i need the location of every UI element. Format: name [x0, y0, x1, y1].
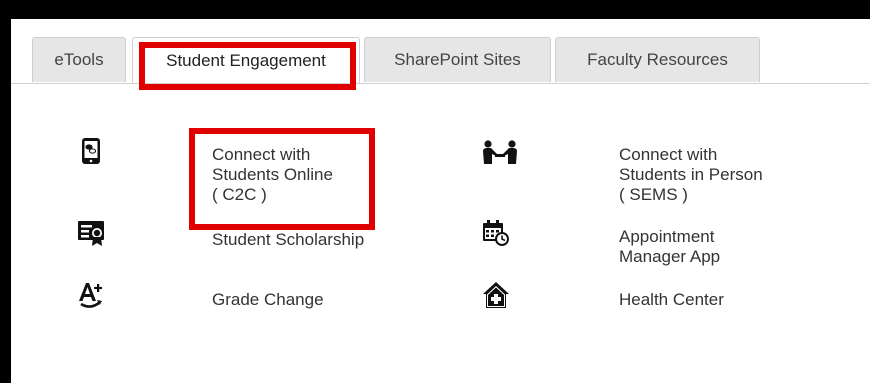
c2c-line2: Students Online [212, 165, 333, 184]
tab-bar: eTools Student Engagement SharePoint Sit… [11, 19, 870, 84]
grade-plus-icon[interactable] [77, 281, 105, 309]
link-health-center[interactable]: Health Center [619, 290, 724, 310]
link-grade-change[interactable]: Grade Change [212, 290, 324, 310]
c2c-line3: ( C2C ) [212, 185, 267, 204]
sems-line2: Students in Person [619, 165, 763, 184]
appointment-line2: Manager App [619, 247, 721, 266]
tablet-chat-icon[interactable] [77, 137, 105, 165]
link-connect-students-online[interactable]: Connect with Students Online ( C2C ) [212, 145, 333, 205]
sems-line1: Connect with [619, 145, 718, 164]
tab-etools[interactable]: eTools [32, 37, 126, 82]
people-meeting-icon[interactable] [482, 137, 518, 165]
c2c-line1: Connect with [212, 145, 311, 164]
certificate-icon[interactable] [77, 219, 105, 247]
home-health-icon[interactable] [482, 281, 510, 309]
tab-sharepoint-sites[interactable]: SharePoint Sites [364, 37, 551, 82]
link-appointment-manager[interactable]: Appointment Manager App [619, 227, 720, 267]
content-panel: eTools Student Engagement SharePoint Sit… [11, 19, 870, 383]
link-connect-students-in-person[interactable]: Connect with Students in Person ( SEMS ) [619, 145, 763, 205]
tab-student-engagement[interactable]: Student Engagement [132, 37, 360, 83]
tab-faculty-resources[interactable]: Faculty Resources [555, 37, 760, 82]
link-student-scholarship[interactable]: Student Scholarship [212, 230, 364, 250]
calendar-clock-icon[interactable] [482, 219, 510, 247]
sems-line3: ( SEMS ) [619, 185, 688, 204]
appointment-line1: Appointment [619, 227, 715, 246]
